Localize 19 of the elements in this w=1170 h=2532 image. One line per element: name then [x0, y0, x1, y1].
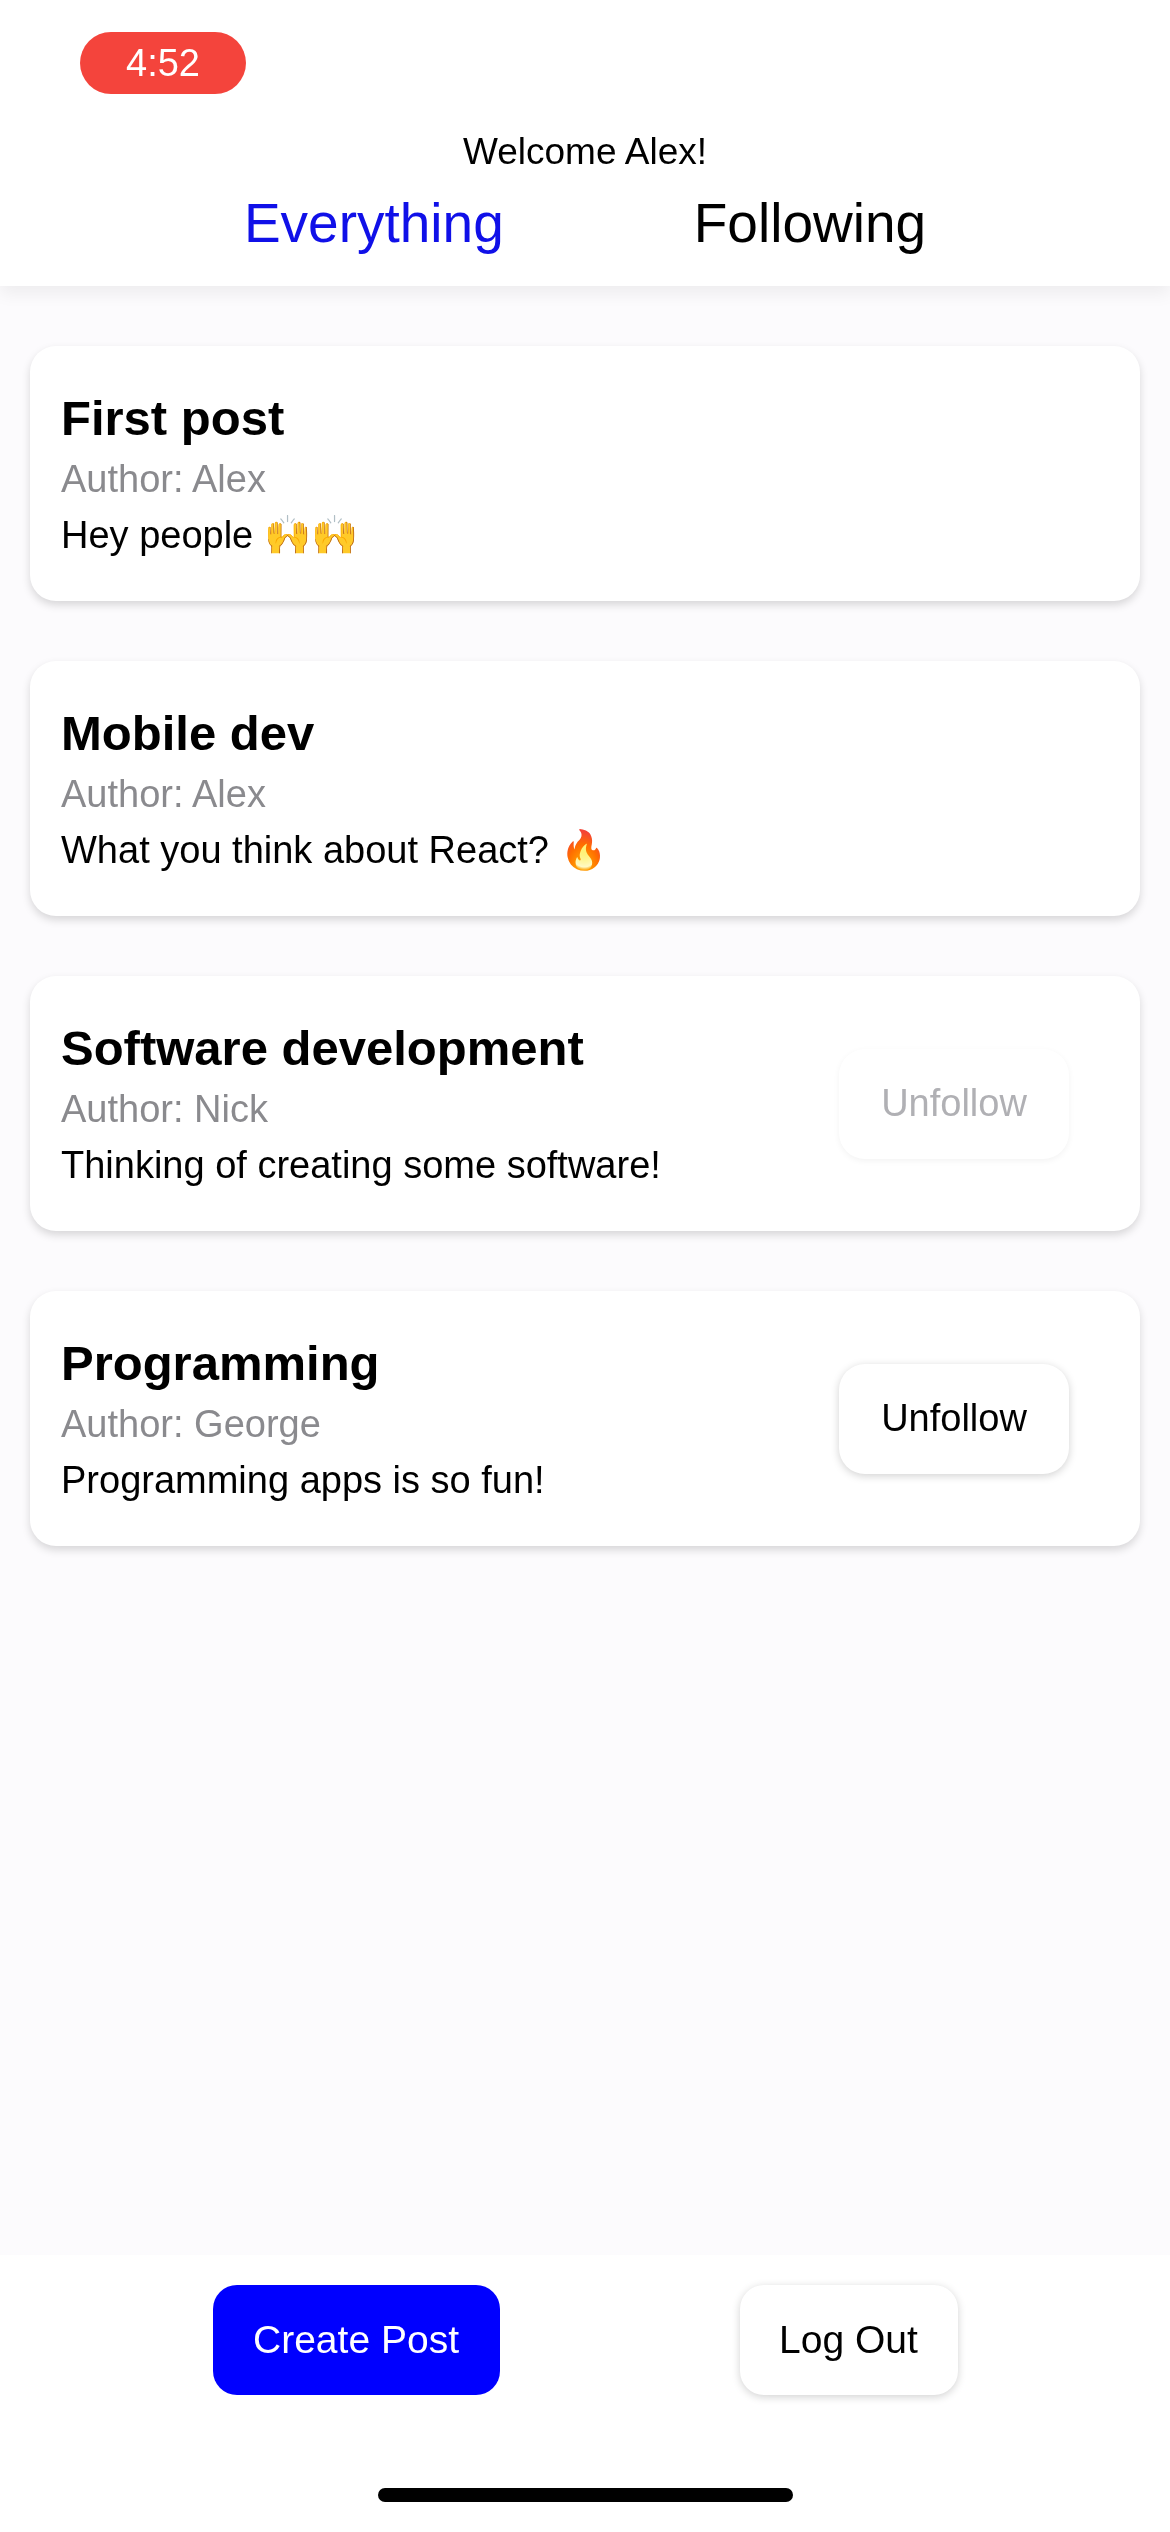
post-body: What you think about React? 🔥 [61, 827, 608, 873]
welcome-text: Welcome Alex! [463, 130, 707, 174]
post-body: Programming apps is so fun! [61, 1457, 546, 1503]
post-body: Thinking of creating some software! [61, 1142, 662, 1188]
tab[interactable]: Everything [243, 190, 504, 256]
tab[interactable]: Following [693, 190, 927, 256]
post-title: Software development [61, 1019, 585, 1077]
post-body: Hey people 🙌🙌 [61, 512, 359, 558]
post-author: Author: Nick [61, 1086, 269, 1132]
post-author: Author: George [61, 1401, 322, 1447]
status-time: 4:52 [80, 32, 246, 94]
post-title: Mobile dev [61, 704, 316, 762]
post-author: Author: Alex [61, 456, 267, 502]
post-title: Programming [61, 1334, 381, 1392]
post-author: Author: Alex [61, 771, 267, 817]
post-title: First post [61, 389, 286, 447]
unfollow-button[interactable]: Unfollow [839, 1363, 1069, 1474]
log-out-button[interactable]: Log Out [739, 2285, 958, 2395]
create-post-button[interactable]: Create Post [212, 2285, 500, 2395]
